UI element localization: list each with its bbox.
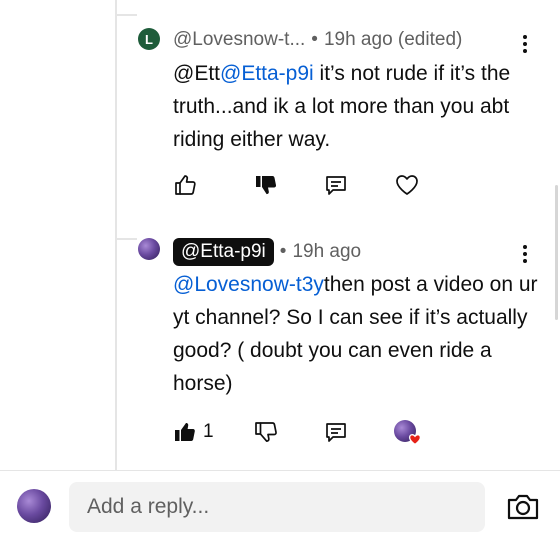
like-count: 1 — [203, 421, 214, 442]
camera-icon — [507, 494, 539, 520]
separator-dot: • — [279, 241, 287, 262]
avatar-letter: L — [145, 31, 153, 47]
thumbs-down-icon — [255, 422, 277, 442]
comment-author[interactable]: @Lovesnow-t... — [173, 29, 305, 51]
reply-input[interactable]: Add a reply... — [69, 482, 485, 532]
reply-bar: Add a reply... — [0, 471, 560, 560]
more-vert-icon[interactable] — [523, 245, 527, 263]
heart-icon — [396, 175, 418, 195]
like-button[interactable]: 1 — [173, 420, 214, 444]
comment-text: @Ett@Etta-p9i it’s not rude if it’s the … — [173, 57, 543, 156]
heart-button[interactable] — [394, 173, 420, 197]
comment-author-chip[interactable]: @Etta-p9i — [173, 238, 274, 266]
thread-branch — [115, 14, 137, 16]
camera-button[interactable] — [506, 492, 540, 522]
creator-heart-badge — [394, 420, 424, 448]
dislike-button[interactable] — [254, 420, 278, 444]
reply-button[interactable] — [324, 420, 348, 444]
comment-time: 19h ago — [292, 241, 362, 262]
heart-icon — [408, 433, 422, 446]
user-avatar[interactable] — [17, 489, 51, 523]
thumbs-up-icon — [175, 175, 196, 195]
thumbs-down-icon — [256, 176, 277, 195]
avatar[interactable] — [138, 238, 160, 260]
scrollbar[interactable] — [555, 185, 558, 320]
dislike-button[interactable] — [254, 173, 278, 197]
thread-branch — [115, 238, 137, 240]
thread-line — [115, 0, 117, 470]
separator-dot: • — [311, 29, 318, 50]
mention-link[interactable]: @Lovesnow-t3y — [173, 273, 324, 296]
more-vert-icon[interactable] — [523, 35, 527, 53]
avatar[interactable]: L — [138, 28, 160, 50]
comment-meta: @Etta-p9i • 19h ago — [173, 238, 361, 266]
thumbs-up-icon — [175, 423, 195, 441]
comment-meta: @Lovesnow-t... • 19h ago (edited) — [173, 29, 462, 51]
reply-button[interactable] — [324, 173, 348, 197]
comment-time: 19h ago (edited) — [323, 29, 463, 50]
comment-icon — [326, 176, 346, 195]
reply-placeholder: Add a reply... — [87, 495, 210, 518]
like-button[interactable] — [173, 173, 197, 197]
comment-text-prefix: @Ett — [173, 62, 220, 85]
comment-icon — [326, 423, 346, 442]
comment-text: @Lovesnow-t3ythen post a video on ur yt … — [173, 268, 543, 400]
mention-link[interactable]: @Etta-p9i — [220, 62, 314, 85]
